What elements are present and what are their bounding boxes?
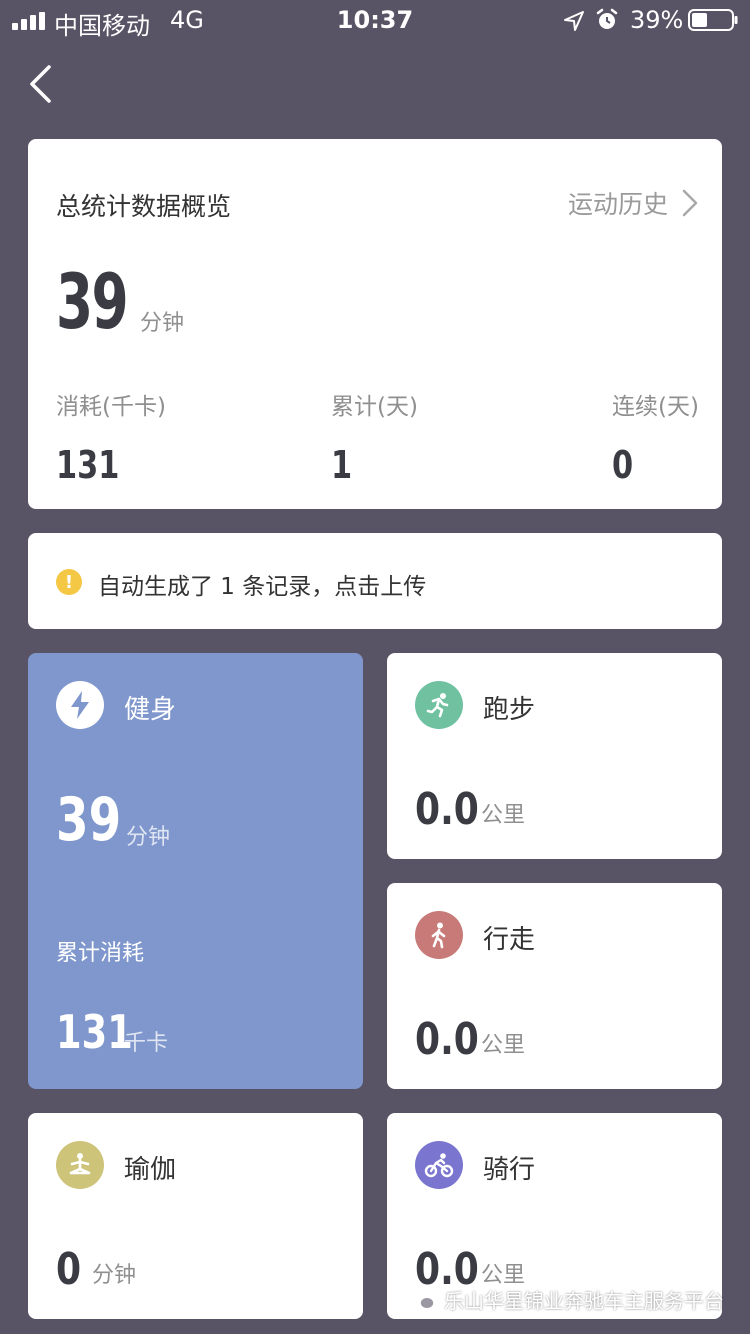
sport-name: 瑜伽 bbox=[124, 1155, 177, 1185]
yoga-icon bbox=[56, 1141, 104, 1189]
location-arrow-icon bbox=[564, 11, 584, 31]
sport-value: 0.0 bbox=[415, 1014, 479, 1065]
sport-name: 跑步 bbox=[483, 695, 536, 725]
wechat-icon bbox=[410, 1289, 435, 1310]
warning-icon: ! bbox=[56, 569, 82, 595]
stat-label: 累计(天) bbox=[331, 394, 418, 420]
sport-unit: 公里 bbox=[481, 1033, 526, 1058]
fitness-total-label: 累计消耗 bbox=[56, 941, 145, 966]
walking-card[interactable]: 行走 0.0 公里 bbox=[387, 883, 722, 1089]
yoga-card[interactable]: 瑜伽 0 分钟 bbox=[28, 1113, 363, 1319]
sport-name: 行走 bbox=[483, 925, 536, 955]
fitness-minutes-unit: 分钟 bbox=[126, 825, 171, 850]
history-label: 运动历史 bbox=[567, 190, 668, 219]
stat-value: 131 bbox=[56, 443, 120, 487]
watermark-text: 乐山华星锦业奔驰车主服务平台 bbox=[444, 1289, 724, 1313]
alarm-clock-icon bbox=[596, 8, 618, 29]
chevron-right-icon bbox=[682, 189, 698, 217]
stat-label: 连续(天) bbox=[612, 394, 699, 420]
sport-unit: 公里 bbox=[481, 803, 526, 828]
total-minutes-unit: 分钟 bbox=[140, 311, 185, 336]
fitness-minutes: 39 bbox=[56, 785, 122, 855]
sport-value: 0 bbox=[56, 1244, 82, 1295]
stat-label: 消耗(千卡) bbox=[56, 394, 166, 420]
watermark: 乐山华星锦业奔驰车主服务平台 bbox=[410, 1285, 724, 1314]
sport-unit: 分钟 bbox=[92, 1263, 137, 1288]
cycling-icon bbox=[415, 1141, 463, 1189]
running-icon bbox=[415, 681, 463, 729]
summary-title: 总统计数据概览 bbox=[56, 192, 232, 221]
battery-icon bbox=[688, 9, 738, 31]
sport-name: 骑行 bbox=[483, 1155, 536, 1185]
chevron-left-icon bbox=[30, 65, 51, 103]
walking-icon bbox=[415, 911, 463, 959]
battery-percentage: 39% bbox=[630, 6, 684, 34]
summary-card: 总统计数据概览 运动历史 39 分钟 消耗(千卡) 131 累计(天) 1 连续… bbox=[28, 139, 722, 509]
sport-value: 0.0 bbox=[415, 784, 479, 835]
fitness-calories-unit: 千卡 bbox=[124, 1031, 169, 1056]
stat-consecutive-days: 连续(天) 0 bbox=[612, 387, 699, 487]
notice-text: 自动生成了 1 条记录，点击上传 bbox=[98, 574, 427, 600]
stat-calories: 消耗(千卡) 131 bbox=[56, 387, 166, 487]
history-link[interactable]: 运动历史 bbox=[568, 185, 698, 221]
stat-value: 1 bbox=[331, 443, 353, 487]
sport-name: 健身 bbox=[124, 695, 177, 725]
fitness-card[interactable]: 健身 39 分钟 累计消耗 131 千卡 bbox=[28, 653, 363, 1089]
fitness-calories: 131 bbox=[56, 1005, 133, 1059]
stat-value: 0 bbox=[612, 443, 634, 487]
status-bar: 中国移动 4G 10:37 39% bbox=[0, 0, 750, 40]
lightning-icon bbox=[56, 681, 104, 729]
total-minutes: 39 bbox=[56, 257, 129, 346]
stat-cumulative-days: 累计(天) 1 bbox=[331, 387, 418, 487]
back-button[interactable] bbox=[18, 62, 62, 106]
upload-notice[interactable]: ! 自动生成了 1 条记录，点击上传 bbox=[28, 533, 722, 629]
running-card[interactable]: 跑步 0.0 公里 bbox=[387, 653, 722, 859]
